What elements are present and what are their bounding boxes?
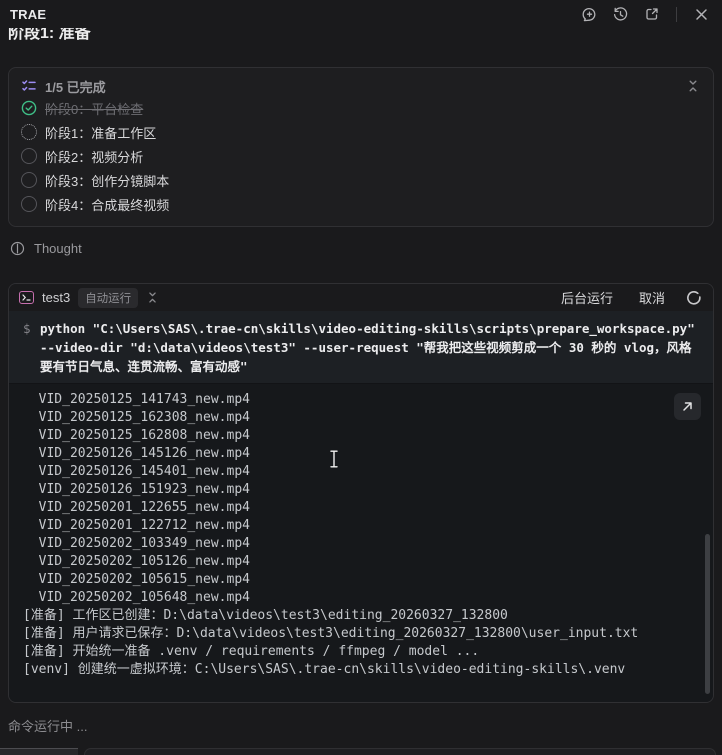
- stage-list: 阶段0：平台检查 阶段1：准备工作区 阶段2：视频分析阶段3：创作分镜脚本 阶段4：合…: [21, 96, 701, 216]
- new-chat-icon[interactable]: [581, 6, 598, 23]
- stage-label: 阶段1：准备工作区: [45, 125, 157, 141]
- stage-running-icon: [21, 124, 37, 140]
- app-title: TRAE: [10, 6, 47, 22]
- terminal-output-line: VID_20250126_145401_new.mp4: [23, 464, 250, 479]
- terminal-output-line: [准备] 开始统一准备 .venv / requirements / ffmpe…: [23, 644, 480, 659]
- terminal-output-line: VID_20250126_151923_new.mp4: [23, 482, 250, 497]
- titlebar-divider: [676, 6, 677, 22]
- thought-icon: [10, 241, 25, 256]
- terminal-output-line: [准备] 工作区已创建：D:\data\videos\test3\editing…: [23, 608, 508, 623]
- close-icon[interactable]: [693, 6, 710, 23]
- thought-row[interactable]: Thought: [10, 241, 722, 256]
- open-external-icon[interactable]: [643, 6, 660, 23]
- terminal-output-line: [venv] 创建统一虚拟环境：C:\Users\SAS\.trae-cn\sk…: [23, 662, 626, 677]
- output-scrollbar[interactable]: [705, 534, 710, 694]
- bottom-left-stub: [0, 748, 78, 755]
- cancel-button[interactable]: 取消: [639, 288, 665, 307]
- command-status-text: 命令运行中 ...: [8, 719, 88, 734]
- auto-run-badge: 自动运行: [78, 287, 139, 308]
- terminal-output-line: VID_20250202_105615_new.mp4: [23, 572, 250, 587]
- open-output-button[interactable]: [674, 393, 701, 420]
- running-spinner-icon: [687, 290, 701, 305]
- collapse-progress-icon[interactable]: [685, 78, 701, 94]
- terminal-header: test3 自动运行 后台运行 取消: [9, 284, 713, 311]
- terminal-output-line: VID_20250202_105126_new.mp4: [23, 554, 250, 569]
- checklist-icon: [21, 78, 37, 94]
- terminal-output-line: VID_20250126_145126_new.mp4: [23, 446, 250, 461]
- stage-done-icon: [21, 100, 37, 116]
- chat-input-edge[interactable]: [84, 748, 716, 755]
- terminal-output-line: VID_20250202_105648_new.mp4: [23, 590, 250, 605]
- titlebar-icons: [581, 6, 710, 23]
- terminal-panel: test3 自动运行 后台运行 取消 $ python "C:\Users\SA…: [8, 283, 714, 703]
- terminal-icon: [19, 291, 34, 304]
- progress-header: 1/5 已完成: [21, 76, 701, 96]
- terminal-output-line: VID_20250125_162308_new.mp4: [23, 410, 250, 425]
- stage-item-2[interactable]: 阶段2：视频分析: [21, 144, 701, 168]
- terminal-output-line: VID_20250125_162808_new.mp4: [23, 428, 250, 443]
- stage-item-0[interactable]: 阶段0：平台检查: [21, 96, 701, 120]
- scrolled-content-clip: 阶段1: 准备: [8, 28, 722, 41]
- terminal-output-line: VID_20250201_122655_new.mp4: [23, 500, 250, 515]
- terminal-output-line: VID_20250201_122712_new.mp4: [23, 518, 250, 533]
- bottom-cutoff: [0, 747, 722, 755]
- stage-pending-icon: [21, 172, 37, 188]
- command-text: python "C:\Users\SAS\.trae-cn\skills\vid…: [40, 321, 703, 374]
- progress-count: 1/5 已完成: [45, 79, 106, 95]
- stage-label: 阶段0：平台检查: [45, 101, 144, 117]
- terminal-output-lines: VID_20250125_141743_new.mp4 VID_20250125…: [23, 391, 693, 679]
- terminal-output-line: VID_20250202_103349_new.mp4: [23, 536, 250, 551]
- history-icon[interactable]: [612, 6, 629, 23]
- stage-item-4[interactable]: 阶段4：合成最终视频: [21, 192, 701, 216]
- stage-label: 阶段4：合成最终视频: [45, 197, 170, 213]
- background-run-button[interactable]: 后台运行: [561, 288, 613, 307]
- stage-item-3[interactable]: 阶段3：创作分镜脚本: [21, 168, 701, 192]
- terminal-tab-name[interactable]: test3: [42, 290, 70, 305]
- stage-heading: 阶段1: 准备: [8, 28, 91, 41]
- stage-label: 阶段3：创作分镜脚本: [45, 173, 170, 189]
- shell-prompt: $: [23, 321, 31, 336]
- terminal-output-line: [准备] 用户请求已保存：D:\data\videos\test3\editin…: [23, 626, 639, 641]
- stage-pending-icon: [21, 196, 37, 212]
- progress-panel: 1/5 已完成 阶段0：平台检查 阶段1：准备工作区 阶段2：视频分析阶段3：创作分…: [8, 67, 714, 227]
- stage-label: 阶段2：视频分析: [45, 149, 144, 165]
- titlebar: TRAE: [0, 0, 722, 28]
- thought-label: Thought: [34, 241, 82, 256]
- stage-pending-icon: [21, 148, 37, 164]
- stage-item-1[interactable]: 阶段1：准备工作区: [21, 120, 701, 144]
- terminal-output-line: VID_20250125_141743_new.mp4: [23, 392, 250, 407]
- collapse-terminal-icon[interactable]: [144, 290, 160, 306]
- terminal-output[interactable]: VID_20250125_141743_new.mp4 VID_20250125…: [9, 384, 713, 702]
- command-block: $ python "C:\Users\SAS\.trae-cn\skills\v…: [9, 311, 713, 384]
